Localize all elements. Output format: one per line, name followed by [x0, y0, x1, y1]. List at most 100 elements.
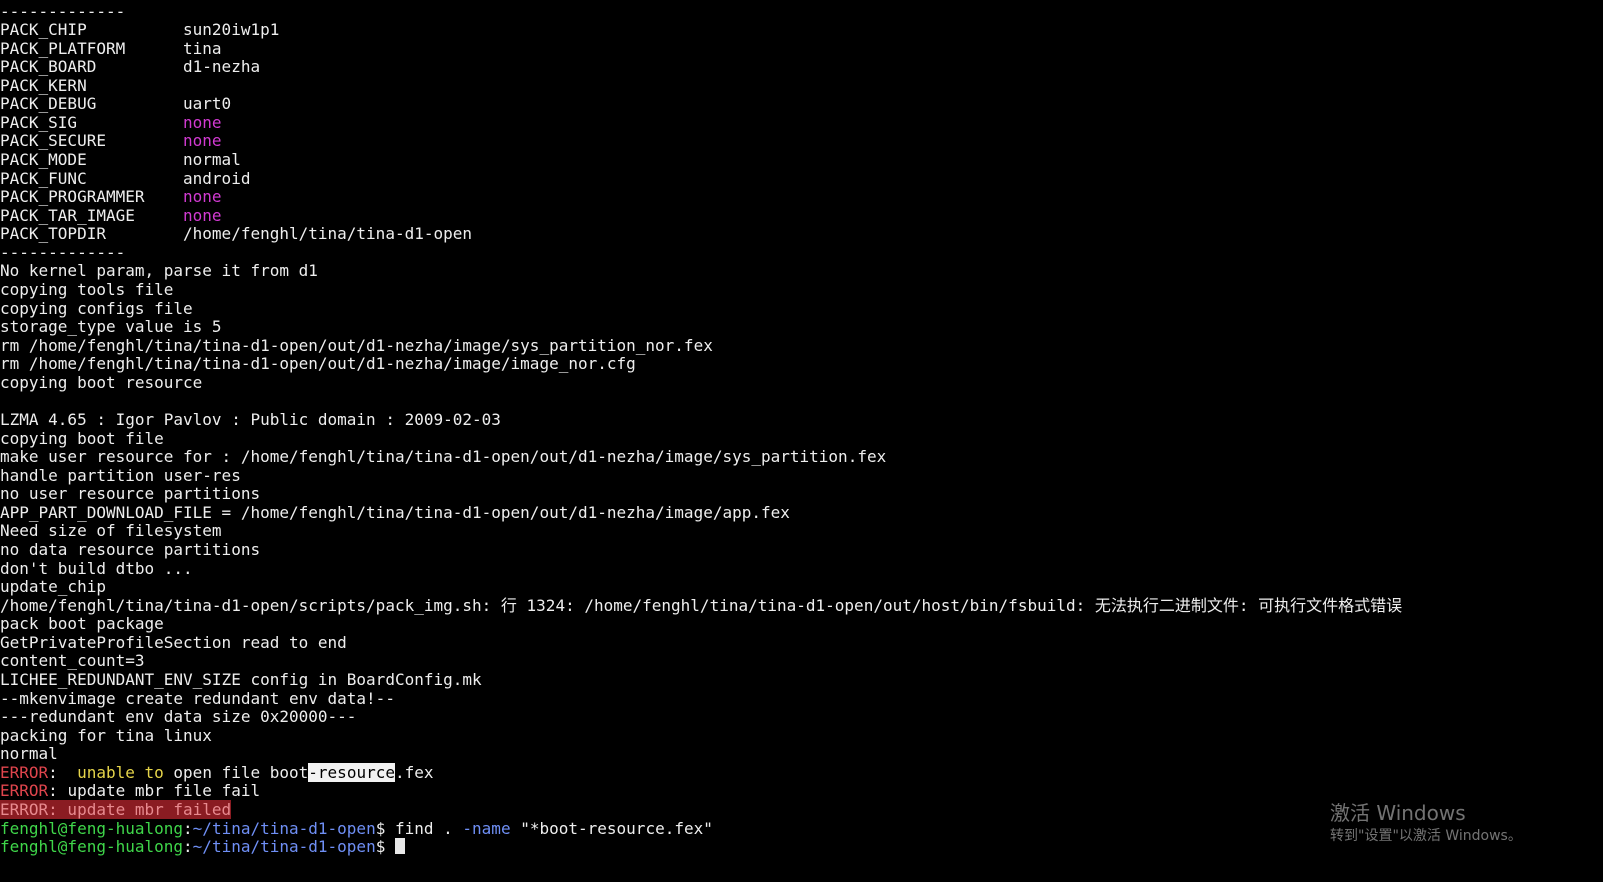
- terminal-line: PACK_BOARD d1-nezha: [0, 57, 260, 76]
- terminal-segment: update_chip: [0, 577, 106, 597]
- terminal-segment: "*boot-resource.fex": [510, 818, 713, 838]
- terminal-segment: no data resource partitions: [0, 540, 261, 560]
- terminal-segment: rm /home/fenghl/tina/tina-d1-open/out/d1…: [0, 354, 636, 374]
- terminal-segment: ERROR: [0, 762, 49, 782]
- terminal-segment: pack boot package: [0, 614, 164, 634]
- terminal-segment: -------------: [0, 1, 126, 21]
- terminal-segment: normal: [0, 744, 58, 764]
- terminal-segment: don't build dtbo ...: [0, 558, 193, 578]
- terminal-line: rm /home/fenghl/tina/tina-d1-open/out/d1…: [0, 354, 636, 373]
- terminal-segment: copying boot resource: [0, 372, 203, 392]
- terminal-line: No kernel param, parse it from d1: [0, 261, 318, 280]
- terminal-segment: :: [183, 837, 193, 857]
- terminal-segment: -resource: [308, 762, 395, 782]
- terminal-segment: LICHEE_REDUNDANT_ENV_SIZE config in Boar…: [0, 670, 482, 690]
- terminal-line: PACK_PROGRAMMER none: [0, 187, 222, 206]
- terminal-line: copying boot file: [0, 429, 164, 448]
- terminal-segment: ERROR: [0, 781, 49, 801]
- terminal-line: PACK_KERN: [0, 76, 87, 95]
- terminal-line: PACK_CHIP sun20iw1p1: [0, 20, 279, 39]
- terminal-segment: handle partition user-res: [0, 465, 241, 485]
- terminal-line: PACK_TAR_IMAGE none: [0, 206, 222, 225]
- terminal-line: update_chip: [0, 577, 106, 596]
- terminal-segment: Need size of filesystem: [0, 521, 222, 541]
- terminal-line: Need size of filesystem: [0, 521, 222, 540]
- terminal-line: -------------: [0, 243, 125, 262]
- terminal-segment: -name: [462, 818, 511, 838]
- terminal-line: packing for tina linux: [0, 726, 212, 745]
- terminal-line: copying configs file: [0, 299, 193, 318]
- terminal-line: --mkenvimage create redundant env data!-…: [0, 689, 395, 708]
- terminal-cursor[interactable]: [394, 838, 405, 855]
- terminal-segment: PACK_DEBUG uart0: [0, 94, 232, 114]
- terminal-segment: rm /home/fenghl/tina/tina-d1-open/out/d1…: [0, 335, 713, 355]
- terminal-segment: --mkenvimage create redundant env data!-…: [0, 688, 395, 708]
- terminal-segment: storage_type value is 5: [0, 317, 222, 337]
- terminal-segment: content_count=3: [0, 651, 145, 671]
- terminal-line: rm /home/fenghl/tina/tina-d1-open/out/d1…: [0, 336, 713, 355]
- terminal-segment: PACK_FUNC android: [0, 168, 251, 188]
- terminal-segment: no user resource partitions: [0, 484, 261, 504]
- terminal-line: PACK_PLATFORM tina: [0, 39, 222, 58]
- terminal-segment: unable to: [77, 762, 164, 782]
- terminal-segment: /home/fenghl/tina/tina-d1-open/scripts/p…: [0, 595, 1403, 615]
- terminal-line: LICHEE_REDUNDANT_ENV_SIZE config in Boar…: [0, 670, 482, 689]
- terminal-segment: ---redundant env data size 0x20000---: [0, 707, 357, 727]
- terminal-segment: : update mbr file fail: [48, 781, 261, 801]
- terminal-segment: copying configs file: [0, 298, 193, 318]
- terminal-line: LZMA 4.65 : Igor Pavlov : Public domain …: [0, 410, 501, 429]
- terminal-segment: GetPrivateProfileSection read to end: [0, 632, 347, 652]
- terminal-line: copying boot resource: [0, 373, 202, 392]
- terminal-segment: PACK_KERN: [0, 75, 87, 95]
- terminal-line: ERROR: update mbr failed: [0, 800, 232, 819]
- terminal-segment: copying boot file: [0, 428, 164, 448]
- terminal-line: ERROR: update mbr file fail: [0, 781, 260, 800]
- terminal-line: GetPrivateProfileSection read to end: [0, 633, 347, 652]
- terminal-segment: PACK_MODE normal: [0, 150, 241, 170]
- terminal-segment: PACK_PROGRAMMER: [0, 187, 184, 207]
- terminal-segment: ERROR: update mbr failed: [0, 800, 232, 819]
- terminal-segment: PACK_PLATFORM tina: [0, 38, 222, 58]
- terminal-line: handle partition user-res: [0, 466, 241, 485]
- terminal-segment: .fex: [394, 762, 434, 782]
- terminal-segment: :: [183, 818, 193, 838]
- terminal-segment: PACK_TOPDIR /home/fenghl/tina/tina-d1-op…: [0, 224, 473, 244]
- terminal-line: PACK_SECURE none: [0, 131, 222, 150]
- activation-subtitle: 转到"设置"以激活 Windows。: [1330, 828, 1522, 844]
- terminal-line: PACK_SIG none: [0, 113, 222, 132]
- terminal-line: no data resource partitions: [0, 540, 260, 559]
- terminal-segment: copying tools file: [0, 280, 174, 300]
- terminal-segment: ~/tina/tina-d1-open: [192, 818, 376, 838]
- terminal-line: PACK_TOPDIR /home/fenghl/tina/tina-d1-op…: [0, 224, 472, 243]
- terminal-segment: packing for tina linux: [0, 725, 212, 745]
- terminal-segment: PACK_CHIP sun20iw1p1: [0, 20, 280, 40]
- terminal-line: fenghl@feng-hualong:~/tina/tina-d1-open$…: [0, 819, 713, 838]
- terminal-segment: PACK_BOARD d1-nezha: [0, 57, 261, 77]
- terminal-segment: No kernel param, parse it from d1: [0, 261, 318, 281]
- terminal-line: content_count=3: [0, 651, 145, 670]
- terminal-line: APP_PART_DOWNLOAD_FILE = /home/fenghl/ti…: [0, 503, 790, 522]
- terminal-line: ---redundant env data size 0x20000---: [0, 707, 356, 726]
- terminal-segment: PACK_SECURE: [0, 131, 184, 151]
- terminal-segment: open file boot: [163, 762, 309, 782]
- terminal-segment: :: [48, 762, 78, 782]
- terminal-segment: ~/tina/tina-d1-open: [192, 837, 376, 857]
- terminal-line: PACK_FUNC android: [0, 169, 250, 188]
- terminal-segment: make user resource for : /home/fenghl/ti…: [0, 447, 887, 467]
- terminal-line: no user resource partitions: [0, 484, 260, 503]
- terminal-segment: none: [183, 112, 222, 132]
- activation-title: 激活 Windows: [1330, 801, 1466, 825]
- terminal-segment: fenghl@feng-hualong: [0, 837, 184, 857]
- terminal-line: copying tools file: [0, 280, 173, 299]
- terminal-segment: PACK_TAR_IMAGE: [0, 205, 184, 225]
- terminal-line: /home/fenghl/tina/tina-d1-open/scripts/p…: [0, 596, 1402, 615]
- terminal-line: don't build dtbo ...: [0, 559, 193, 578]
- terminal-segment: $: [375, 837, 395, 857]
- terminal-line: pack boot package: [0, 614, 164, 633]
- terminal-segment: LZMA 4.65 : Igor Pavlov : Public domain …: [0, 410, 501, 430]
- terminal-window[interactable]: ------------- PACK_CHIP sun20iw1p1 PACK_PL…: [0, 0, 1603, 882]
- terminal-segment: none: [183, 131, 222, 151]
- terminal-segment: none: [183, 187, 222, 207]
- terminal-segment: -------------: [0, 242, 126, 262]
- terminal-line: normal: [0, 744, 58, 763]
